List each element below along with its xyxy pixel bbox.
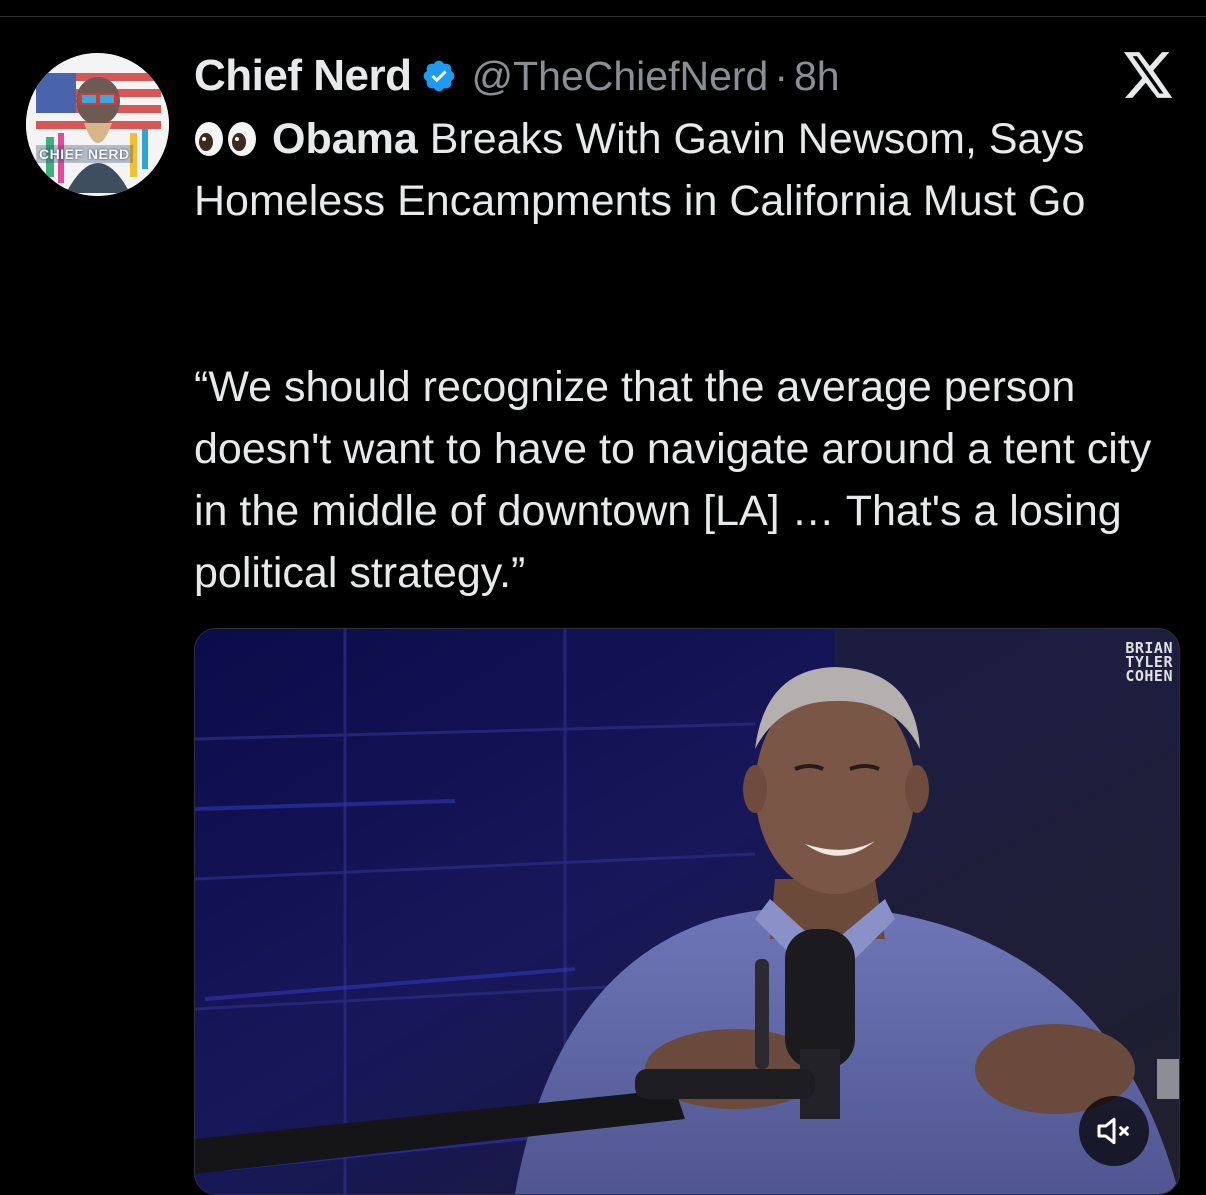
x-logo-icon <box>1124 52 1173 98</box>
video-frame <box>195 629 1179 1194</box>
eyes-emoji-icon <box>195 122 256 156</box>
tweet-screen: CHIEF NERD Chief Nerd @TheChiefNerd · 8h… <box>0 0 1206 1195</box>
avatar[interactable]: CHIEF NERD <box>26 53 169 196</box>
headline-bold-lead: Obama <box>272 115 418 163</box>
watermark-line: COHEN <box>1125 667 1173 685</box>
video-player[interactable]: BRIAN TYLER COHEN <box>194 628 1180 1195</box>
divider <box>0 16 1206 17</box>
tweet-header: Chief Nerd @TheChiefNerd · 8h <box>194 48 840 104</box>
mute-button[interactable] <box>1079 1096 1149 1166</box>
speaker-muted-icon <box>1097 1117 1129 1145</box>
tweet-headline: Obama Breaks With Gavin Newsom, Says Hom… <box>194 108 1184 232</box>
user-handle[interactable]: @TheChiefNerd <box>471 53 768 100</box>
verified-badge-icon <box>424 60 455 92</box>
timestamp[interactable]: 8h <box>794 53 840 100</box>
display-name[interactable]: Chief Nerd <box>194 51 412 101</box>
tweet-quote: “We should recognize that the average pe… <box>194 363 1152 597</box>
separator-dot: · <box>774 52 788 99</box>
avatar-image <box>26 53 169 196</box>
avatar-label: CHIEF NERD <box>36 145 133 163</box>
video-watermark: BRIAN TYLER COHEN <box>1125 641 1173 685</box>
